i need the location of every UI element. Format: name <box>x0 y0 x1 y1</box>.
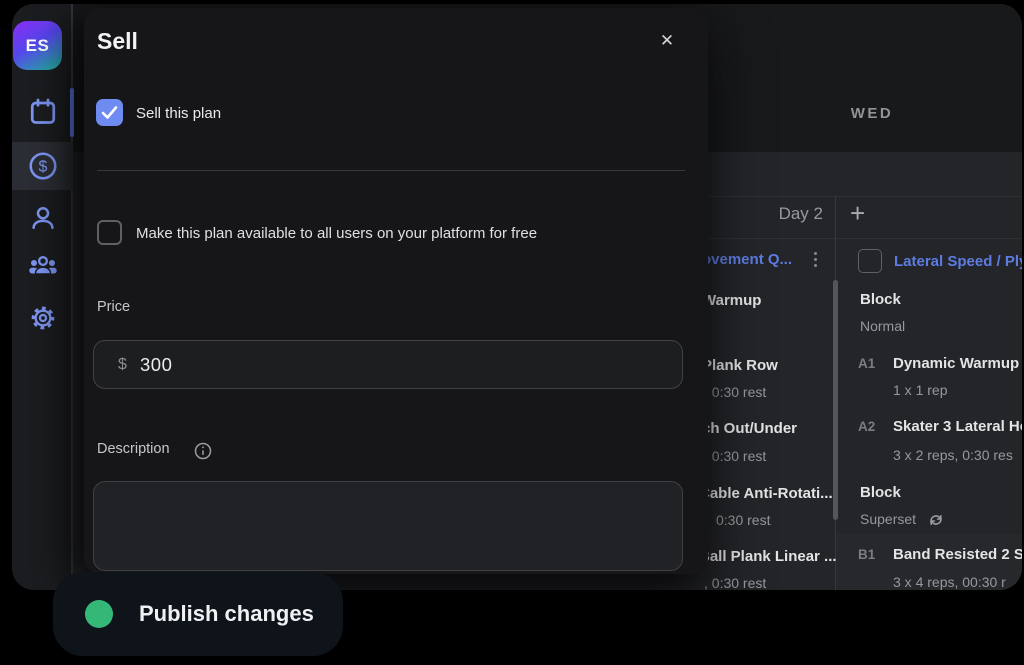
modal-title: Sell <box>97 28 138 55</box>
sidebar-active-indicator <box>70 88 74 137</box>
sell-plan-label: Sell this plan <box>136 105 221 122</box>
day-header-wed: WED <box>812 105 932 122</box>
column-scrollbar[interactable] <box>833 280 838 520</box>
description-textarea[interactable] <box>93 481 683 571</box>
superset-cycle-icon[interactable] <box>928 512 944 528</box>
sidebar: ES $ <box>12 4 73 590</box>
dollar-icon: $ <box>27 150 59 182</box>
info-icon[interactable] <box>194 442 212 460</box>
exercise-detail: , 0:30 rest <box>704 448 766 464</box>
exercise-name[interactable]: ch Out/Under <box>702 420 797 437</box>
divider <box>708 238 1022 239</box>
exercise-detail: 0:30 rest <box>716 512 770 528</box>
price-input[interactable]: $ 300 <box>93 340 683 389</box>
svg-text:$: $ <box>38 159 47 176</box>
exercise-detail: 3 x 2 reps, 0:30 res <box>893 447 1013 463</box>
free-plan-label: Make this plan available to all users on… <box>136 225 537 242</box>
sell-plan-checkbox[interactable] <box>96 99 123 126</box>
divider <box>708 196 1022 197</box>
sidebar-item-settings[interactable] <box>12 294 73 342</box>
block-type[interactable]: Normal <box>860 318 905 334</box>
block-type[interactable]: Superset <box>860 511 916 527</box>
sidebar-item-sell[interactable]: $ <box>12 142 73 190</box>
close-icon[interactable]: ✕ <box>654 28 680 54</box>
exercise-name[interactable]: Dynamic Warmup <box>893 355 1019 372</box>
block-label: Block <box>860 484 901 501</box>
exercise-tag: B1 <box>858 547 875 562</box>
price-value: 300 <box>140 354 172 376</box>
price-label: Price <box>97 299 130 315</box>
exercise-tag: A1 <box>858 356 875 371</box>
sidebar-item-teams[interactable] <box>12 242 73 290</box>
description-label: Description <box>97 441 170 457</box>
publish-changes-label: Publish changes <box>139 601 314 627</box>
avatar[interactable]: ES <box>13 21 62 70</box>
people-icon <box>28 251 58 281</box>
exercise-detail: 1 x 1 rep <box>893 382 947 398</box>
sell-modal: Sell ✕ Sell this plan Make this plan ava… <box>84 8 708 574</box>
sidebar-item-calendar[interactable] <box>12 88 73 136</box>
gear-icon <box>29 304 57 332</box>
workout-select-checkbox[interactable] <box>858 249 882 273</box>
block-label: Block <box>860 291 901 308</box>
person-icon <box>28 203 58 233</box>
exercise-name[interactable]: Warmup <box>702 292 761 309</box>
status-dot-icon <box>85 600 113 628</box>
exercise-name[interactable]: Plank Row <box>702 357 778 374</box>
divider <box>97 170 685 171</box>
workout-title-right[interactable]: Lateral Speed / Plyo <box>894 253 1022 270</box>
free-plan-checkbox[interactable] <box>97 220 122 245</box>
currency-symbol: $ <box>118 356 127 374</box>
exercise-name[interactable]: Band Resisted 2 Step <box>893 546 1022 563</box>
exercise-detail: 3 x 4 reps, 00:30 r <box>893 574 1006 590</box>
exercise-name[interactable]: Ball Plank Linear ... <box>699 548 837 565</box>
exercise-tag: A2 <box>858 419 875 434</box>
exercise-name[interactable]: Cable Anti-Rotati... <box>699 485 833 502</box>
kebab-menu-icon[interactable] <box>814 252 817 267</box>
sidebar-item-athletes[interactable] <box>12 194 73 242</box>
add-day-button[interactable]: + <box>850 198 865 229</box>
calendar-icon <box>28 97 58 127</box>
day2-column-title[interactable]: Day 2 <box>712 204 823 224</box>
exercise-name[interactable]: Skater 3 Lateral Hop <box>893 418 1022 435</box>
publish-changes-button[interactable]: Publish changes <box>53 572 343 656</box>
workout-title-left[interactable]: ovement Q... <box>702 251 792 268</box>
exercise-detail: , 0:30 rest <box>704 575 766 590</box>
exercise-detail: , 0:30 rest <box>704 384 766 400</box>
